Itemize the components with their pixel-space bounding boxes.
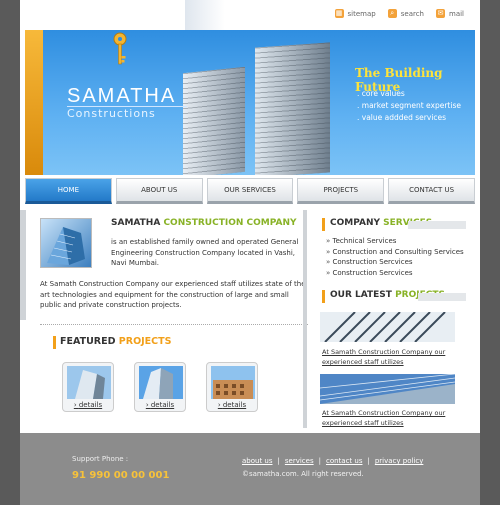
mail-icon: ✉: [436, 9, 445, 18]
featured-project-image: [211, 366, 255, 399]
banner-bullet: . market segment expertise: [357, 101, 461, 110]
company-heading: SAMATHA CONSTRUCTION COMPANY: [111, 218, 297, 228]
building-image-right: [255, 42, 330, 175]
main-nav: HOME ABOUT US OUR SERVICES PROJECTS CONT…: [25, 178, 475, 204]
latest-project-link[interactable]: At Samath Construction Company our exper…: [322, 408, 462, 428]
details-link[interactable]: › details: [63, 401, 113, 409]
header-banner: SAMATHA Constructions The Building Futur…: [25, 30, 475, 175]
banner-bullet: . core values: [357, 89, 405, 98]
company-intro: is an established family owned and opera…: [111, 238, 299, 267]
footer-link-contact[interactable]: contact us: [326, 457, 363, 465]
latest-accent-bar: [322, 290, 325, 303]
latest-project-image: [320, 374, 455, 404]
services-list: Technical Services Construction and Cons…: [326, 236, 464, 278]
utility-links: ▦ sitemap ⌕ search ✉ mail: [334, 9, 464, 18]
service-item[interactable]: Construction Sercvices: [326, 268, 464, 279]
featured-accent-bar: [53, 336, 56, 349]
support-label: Support Phone :: [72, 455, 129, 463]
footer-links: about us | services | contact us | privacy …: [242, 457, 424, 465]
support-phone: 91 990 00 00 001: [72, 470, 170, 481]
left-gutter: [0, 0, 20, 505]
right-gutter: [480, 0, 500, 505]
page-container: ▦ sitemap ⌕ search ✉ mail SAMATHA Construct…: [20, 0, 480, 505]
footer-link-privacy[interactable]: privacy policy: [375, 457, 424, 465]
logo-title: SAMATHA: [67, 85, 177, 107]
details-link[interactable]: › details: [135, 401, 185, 409]
banner-accent-strip: [25, 30, 43, 175]
column-divider: [303, 210, 307, 428]
featured-heading: FEATURED PROJECTS: [60, 336, 172, 347]
footer-link-services[interactable]: services: [285, 457, 314, 465]
sitemap-icon: ▦: [334, 9, 344, 18]
latest-project-link[interactable]: At Samath Construction Company our exper…: [322, 347, 462, 367]
featured-project-image: [139, 366, 183, 399]
featured-card[interactable]: › details: [62, 362, 114, 412]
service-item[interactable]: Construction and Consulting Services: [326, 247, 464, 258]
search-link[interactable]: ⌕ search: [387, 9, 424, 18]
details-link[interactable]: › details: [207, 401, 257, 409]
services-heading-rule: [408, 221, 466, 229]
nav-contact-us[interactable]: CONTACT US: [388, 178, 475, 204]
nav-projects[interactable]: PROJECTS: [297, 178, 385, 204]
left-scroll-bar: [20, 210, 26, 320]
featured-card[interactable]: › details: [134, 362, 186, 412]
sitemap-link[interactable]: ▦ sitemap: [334, 9, 376, 18]
company-description: At Samath Construction Company our exper…: [40, 280, 306, 309]
footer-link-about[interactable]: about us: [242, 457, 273, 465]
footer: Support Phone : 91 990 00 00 001 about u…: [20, 433, 480, 505]
nav-home[interactable]: HOME: [25, 178, 112, 204]
dotted-divider: [40, 324, 308, 325]
nav-our-services[interactable]: OUR SERVICES: [206, 178, 294, 204]
copyright: ©samatha.com. All right reserved.: [242, 470, 364, 478]
latest-heading-rule: [418, 293, 466, 301]
service-item[interactable]: Construction Sercvices: [326, 257, 464, 268]
services-accent-bar: [322, 218, 325, 231]
building-thumb-image: [47, 227, 85, 265]
logo-subtitle: Constructions: [67, 107, 156, 120]
key-icon: [113, 32, 127, 65]
banner-bullet: . value addded services: [357, 113, 447, 122]
latest-project-image: [320, 312, 455, 342]
service-item[interactable]: Technical Services: [326, 236, 464, 247]
company-thumbnail: [40, 218, 92, 268]
nav-about-us[interactable]: ABOUT US: [115, 178, 203, 204]
top-bar: ▦ sitemap ⌕ search ✉ mail: [20, 0, 480, 30]
search-icon: ⌕: [387, 9, 397, 18]
featured-card[interactable]: › details: [206, 362, 258, 412]
top-fold-decoration: [185, 0, 225, 30]
featured-project-image: [67, 366, 111, 399]
building-image-left: [183, 66, 245, 175]
mail-link[interactable]: ✉ mail: [436, 9, 464, 18]
banner-bullets: . core values . market segment expertise…: [357, 88, 461, 124]
